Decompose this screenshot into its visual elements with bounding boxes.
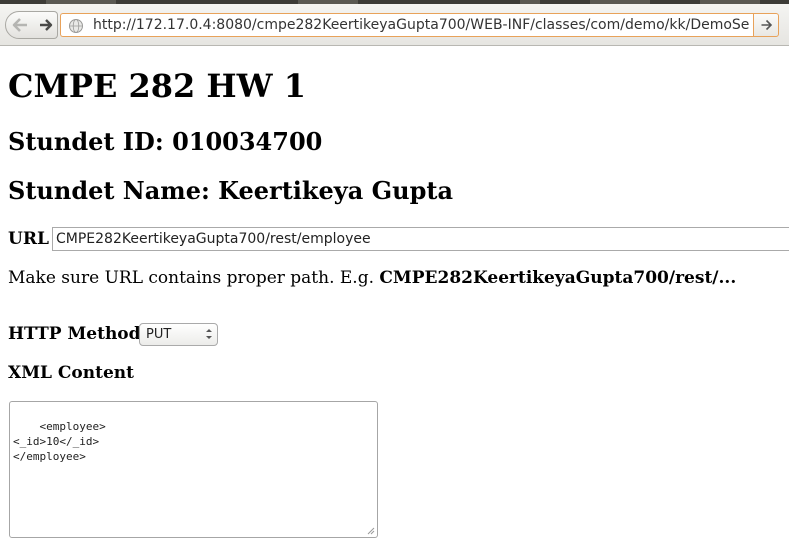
url-hint-example: CMPE282KeertikeyaGupta700/rest/... xyxy=(379,268,737,288)
xml-content-label: XML Content xyxy=(8,363,134,383)
resize-grip-icon[interactable] xyxy=(366,526,375,535)
url-hint-text: Make sure URL contains proper path. E.g. xyxy=(8,268,380,288)
url-input[interactable]: CMPE282KeertikeyaGupta700/rest/employee xyxy=(52,227,789,251)
forward-button[interactable] xyxy=(34,11,58,39)
back-arrow-icon xyxy=(12,18,27,32)
forward-arrow-icon xyxy=(39,19,52,31)
http-method-label: HTTP Method xyxy=(8,324,141,344)
xml-content-text: <employee> <_id>10</_id> </employee> xyxy=(13,420,106,463)
url-hint: Make sure URL contains proper path. E.g.… xyxy=(8,268,736,288)
go-button[interactable] xyxy=(753,13,779,37)
xml-content-textarea[interactable]: <employee> <_id>10</_id> </employee> xyxy=(9,401,378,538)
browser-toolbar: http://172.17.0.4:8080/cmpe282Keertikeya… xyxy=(0,4,789,46)
back-button[interactable] xyxy=(5,11,35,39)
http-method-value: PUT xyxy=(146,327,172,342)
url-label: URL xyxy=(8,229,49,249)
address-bar[interactable]: http://172.17.0.4:8080/cmpe282Keertikeya… xyxy=(60,13,753,37)
student-name-heading: Stundet Name: Keertikeya Gupta xyxy=(8,176,454,205)
address-text: http://172.17.0.4:8080/cmpe282Keertikeya… xyxy=(93,17,750,33)
student-id-heading: Stundet ID: 010034700 xyxy=(8,127,323,156)
page-title: CMPE 282 HW 1 xyxy=(8,67,306,105)
go-arrow-icon xyxy=(761,19,773,31)
select-arrows-icon xyxy=(206,329,212,339)
globe-icon xyxy=(69,19,83,33)
http-method-select[interactable]: PUT xyxy=(139,323,218,346)
